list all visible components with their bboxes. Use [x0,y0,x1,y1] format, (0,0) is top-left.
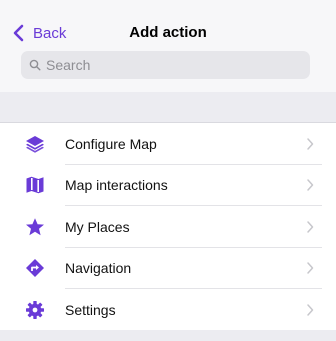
list-item-label: Navigation [65,260,132,277]
search-input[interactable]: Search [21,51,310,79]
star-icon [24,216,46,238]
action-list: Configure Map Map interactions My Places [0,123,336,331]
chevron-right-icon [307,262,314,274]
search-placeholder: Search [46,57,91,73]
list-item-my-places[interactable]: My Places [0,206,336,248]
navigation-diamond-icon [24,257,46,279]
section-separator [0,92,336,123]
chevron-right-icon [307,221,314,233]
search-icon [29,59,41,71]
list-item-label: Configure Map [65,135,157,152]
chevron-right-icon [307,138,314,150]
bottom-section-separator [0,330,336,341]
gear-icon [24,299,46,321]
list-item-label: My Places [65,218,130,235]
header: Back Add action Search [0,0,336,92]
list-item-label: Settings [65,301,116,318]
map-icon [24,174,46,196]
list-item-configure-map[interactable]: Configure Map [0,123,336,165]
list-item-navigation[interactable]: Navigation [0,248,336,289]
layers-icon [24,133,46,155]
chevron-right-icon [307,179,314,191]
chevron-right-icon [307,304,314,316]
list-item-label: Map interactions [65,177,168,194]
page-title: Add action [129,24,207,41]
list-item-map-interactions[interactable]: Map interactions [0,165,336,206]
list-item-settings[interactable]: Settings [0,289,336,331]
